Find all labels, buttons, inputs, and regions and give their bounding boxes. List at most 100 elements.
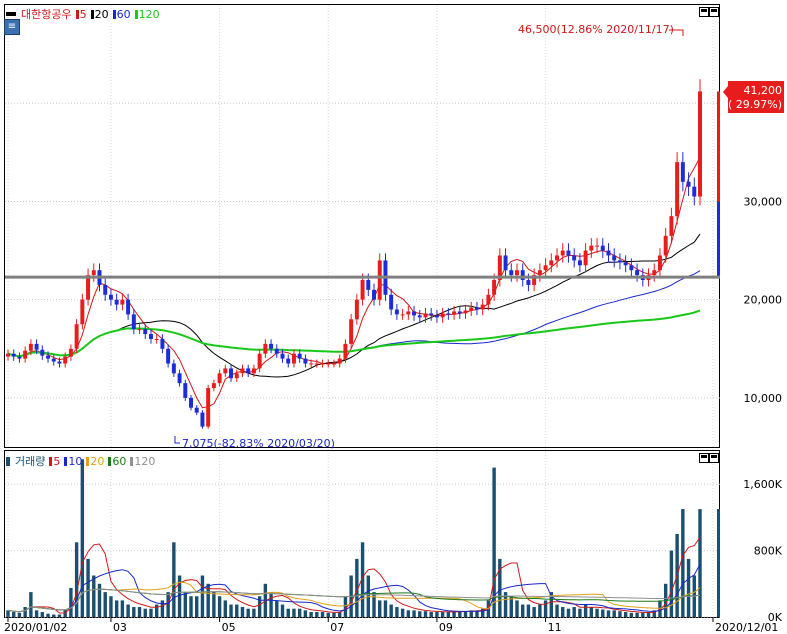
candle-body <box>257 353 262 369</box>
vma120-swatch <box>130 456 134 466</box>
volume-bar <box>446 612 451 617</box>
volume-bar <box>286 608 290 617</box>
volume-bar <box>383 600 388 617</box>
candle-body <box>583 250 588 266</box>
volume-tick-label: 1,600K <box>743 478 782 491</box>
price-panel <box>4 4 720 448</box>
volume-bar <box>686 558 691 617</box>
candle-body <box>595 245 600 247</box>
chart-settings-icon[interactable]: ≡ <box>4 19 20 35</box>
candle-body <box>166 348 171 364</box>
volume-bar <box>297 608 302 617</box>
volume-legend-ma10[interactable]: 10 <box>64 455 82 468</box>
candle-body <box>417 315 422 318</box>
volume-bar <box>34 610 39 617</box>
date-tick-label: 2020/01/02 <box>4 621 67 634</box>
candle-body <box>263 343 268 354</box>
volume-bar <box>269 592 273 617</box>
volume-legend-ma20[interactable]: 20 <box>86 455 104 468</box>
volume-bar <box>623 612 628 617</box>
candle-body <box>617 260 622 263</box>
candle-body <box>120 299 125 305</box>
candle-body <box>200 412 205 427</box>
volume-panel-minimize-button[interactable] <box>699 453 709 463</box>
volume-bar <box>418 611 422 617</box>
candle-body <box>297 353 302 359</box>
candle-body <box>440 313 445 318</box>
candle-body <box>446 313 451 315</box>
candle-body <box>108 294 113 300</box>
candle-body <box>698 91 702 197</box>
volume-bar <box>521 604 525 617</box>
volume-bar <box>389 604 393 617</box>
volume-bar <box>149 608 153 617</box>
price-panel-maximize-button[interactable] <box>709 7 719 17</box>
candle-body <box>80 299 85 325</box>
volume-legend-ma5[interactable]: 5 <box>49 455 60 468</box>
candle-body <box>91 270 96 276</box>
price-legend-ma60[interactable]: 60 <box>112 8 131 21</box>
candle-body <box>389 294 394 310</box>
price-legend-ma120[interactable]: 120 <box>134 8 160 21</box>
candle-body <box>246 368 251 374</box>
volume-bar <box>423 611 428 617</box>
candle-body <box>189 397 193 408</box>
candle-body <box>194 407 199 413</box>
volume-panel-maximize-button[interactable] <box>709 453 719 463</box>
volume-bar <box>555 604 559 617</box>
current-price-bar <box>717 91 720 202</box>
candle-body <box>74 324 79 349</box>
candle-body <box>457 311 462 314</box>
candle-body <box>543 265 548 271</box>
candle-body <box>171 363 176 374</box>
ma120-swatch <box>134 9 138 19</box>
candle-body <box>6 353 10 357</box>
volume-bar <box>400 608 405 617</box>
volume-bar <box>589 607 594 617</box>
candle-body <box>337 358 342 364</box>
price-legend-ma20[interactable]: 20 <box>90 8 109 21</box>
volume-bar <box>343 596 348 617</box>
price-panel-minimize-button[interactable] <box>699 7 709 17</box>
candle-body <box>663 235 668 256</box>
volume-bar <box>332 612 336 617</box>
volume-bar <box>195 596 199 617</box>
candle-body <box>555 255 560 261</box>
volume-bar <box>86 558 90 617</box>
volume-bar <box>309 612 313 617</box>
price-legend-ma5[interactable]: 5 <box>75 8 87 21</box>
volume-bar <box>74 542 79 617</box>
volume-bar <box>200 575 205 617</box>
volume-bar <box>166 592 170 617</box>
volume-bar <box>23 607 27 617</box>
volume-bar <box>29 592 33 617</box>
volume-legend-ma60[interactable]: 60 <box>108 455 126 468</box>
volume-bar <box>372 592 376 617</box>
volume-legend-ma120[interactable]: 120 <box>130 455 155 468</box>
volume-bar <box>612 610 616 617</box>
candle-body <box>349 319 354 344</box>
candle-body <box>680 162 685 182</box>
candle-body <box>635 270 640 276</box>
candle-body <box>606 250 611 256</box>
candle-body <box>177 373 182 384</box>
vma20-swatch <box>86 456 90 466</box>
candle-body <box>86 275 91 300</box>
price-tick-label: 30,000 <box>744 195 783 208</box>
candle-body <box>469 307 474 311</box>
volume-bar <box>223 600 228 617</box>
volume-bar <box>595 608 599 617</box>
volume-bar <box>395 607 399 617</box>
volume-bar <box>212 592 216 617</box>
volume-bar <box>52 614 56 617</box>
volume-bar <box>440 612 445 617</box>
volume-bar <box>543 600 548 617</box>
candle-body <box>600 245 605 251</box>
volume-bar <box>366 575 370 617</box>
candle-body <box>377 260 382 300</box>
candle-body <box>303 358 308 364</box>
volume-bar <box>280 604 285 617</box>
date-tick-label: 11 <box>548 621 562 634</box>
volume-bar <box>435 612 439 617</box>
candle-body <box>492 280 497 295</box>
